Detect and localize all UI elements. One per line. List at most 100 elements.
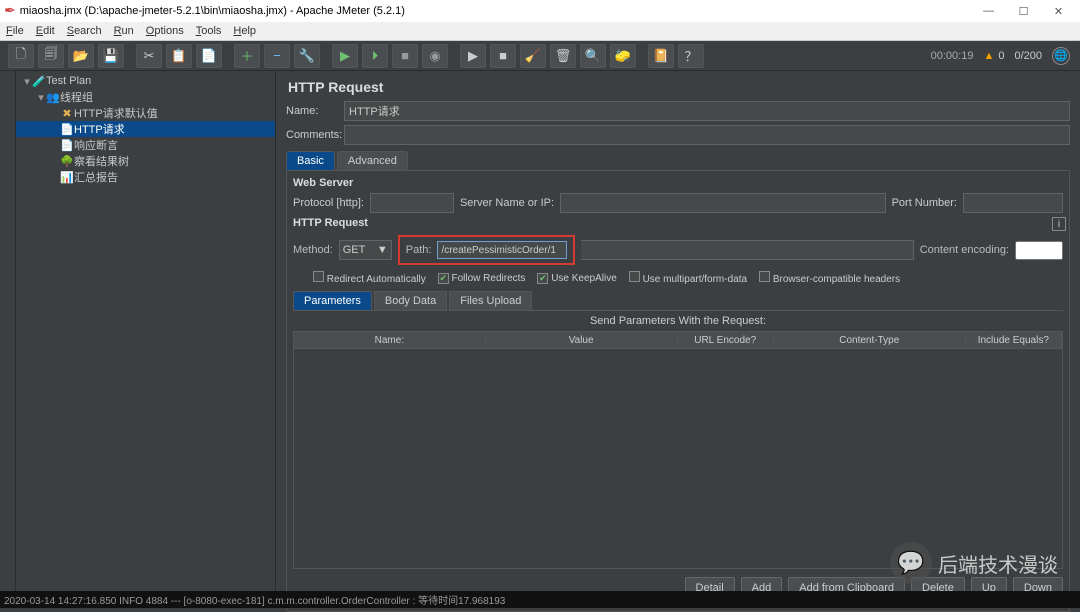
menu-run[interactable]: Run xyxy=(114,25,134,37)
info-icon[interactable]: i xyxy=(1052,217,1066,231)
tree-node-label: HTTP请求默认值 xyxy=(74,105,158,121)
save-icon[interactable]: 💾 xyxy=(98,44,124,68)
tree-twist-icon[interactable]: ▾ xyxy=(22,75,32,88)
browser-compat-label: Browser-compatible headers xyxy=(773,274,900,285)
cut-icon[interactable]: ✂ xyxy=(136,44,162,68)
open-icon[interactable]: 📂 xyxy=(68,44,94,68)
remote-start-icon[interactable]: ▶ xyxy=(460,44,486,68)
remote-stop-icon[interactable]: ■ xyxy=(490,44,516,68)
menu-edit[interactable]: Edit xyxy=(36,25,55,37)
tab-advanced[interactable]: Advanced xyxy=(337,151,408,170)
redirect-auto-label: Redirect Automatically xyxy=(327,274,426,285)
method-dropdown[interactable]: GET ▼ xyxy=(339,240,392,260)
tree-node-label: 汇总报告 xyxy=(74,169,118,185)
tree-item[interactable]: 📄HTTP请求 xyxy=(16,121,275,137)
window-titlebar: ✒ miaosha.jmx (D:\apache-jmeter-5.2.1\bi… xyxy=(0,0,1080,22)
comments-label: Comments: xyxy=(286,129,344,141)
protocol-label: Protocol [http]: xyxy=(293,197,364,209)
main-panel: HTTP Request Name: Comments: i Basic Adv… xyxy=(276,71,1080,591)
new-icon[interactable]: 🗋 xyxy=(8,44,34,68)
maximize-button[interactable]: ☐ xyxy=(1006,0,1041,22)
globe-icon[interactable]: 🌐 xyxy=(1052,47,1070,65)
tree-node-label: 响应断言 xyxy=(74,137,118,153)
params-table-body[interactable] xyxy=(293,349,1063,569)
remove-icon[interactable]: − xyxy=(264,44,290,68)
reset-search-icon[interactable]: 🧽 xyxy=(610,44,636,68)
httpreq-title: HTTP Request xyxy=(293,217,1063,229)
follow-redirects-checkbox[interactable]: ✔ xyxy=(438,273,449,284)
params-table-header: Name: Value URL Encode? Content-Type Inc… xyxy=(293,331,1063,349)
menu-options[interactable]: Options xyxy=(146,25,184,37)
function-helper-icon[interactable]: 📔 xyxy=(648,44,674,68)
templates-icon[interactable]: 🗐 xyxy=(38,44,64,68)
close-button[interactable]: ✕ xyxy=(1041,0,1076,22)
copy-icon[interactable]: 📋 xyxy=(166,44,192,68)
help-icon[interactable]: ？ xyxy=(678,44,704,68)
menu-help[interactable]: Help xyxy=(233,25,256,37)
start-notimers-icon[interactable]: ⏵ xyxy=(362,44,388,68)
minimize-button[interactable]: — xyxy=(971,0,1006,22)
menu-search[interactable]: Search xyxy=(67,25,102,37)
tree-twist-icon[interactable]: ▾ xyxy=(36,91,46,104)
path-highlight-box: Path: xyxy=(398,235,576,265)
encoding-input[interactable] xyxy=(1015,241,1063,260)
add-icon[interactable]: ＋ xyxy=(234,44,260,68)
method-value: GET xyxy=(343,244,366,256)
test-plan-tree[interactable]: ▾🧪Test Plan▾👥线程组✖HTTP请求默认值📄HTTP请求📄响应断言🌳察… xyxy=(16,71,276,591)
tab-files-upload[interactable]: Files Upload xyxy=(449,291,532,310)
path-input-extension[interactable] xyxy=(581,240,913,260)
multipart-label: Use multipart/form-data xyxy=(643,274,747,285)
port-input[interactable] xyxy=(963,193,1063,213)
tree-item[interactable]: ▾👥线程组 xyxy=(16,89,275,105)
name-label: Name: xyxy=(286,105,344,117)
follow-redirects-label: Follow Redirects xyxy=(452,273,526,284)
server-input[interactable] xyxy=(560,193,886,213)
tree-node-icon: 👥 xyxy=(46,91,60,104)
name-input[interactable] xyxy=(344,101,1070,121)
port-label: Port Number: xyxy=(892,197,957,209)
warning-icon[interactable]: ▲ xyxy=(983,50,994,62)
params-table-title: Send Parameters With the Request: xyxy=(293,315,1063,327)
tree-item[interactable]: 🌳察看结果树 xyxy=(16,153,275,169)
clearall-icon[interactable]: 🗑 xyxy=(550,44,576,68)
tree-item[interactable]: ✖HTTP请求默认值 xyxy=(16,105,275,121)
webserver-title: Web Server xyxy=(293,177,1063,189)
paste-icon[interactable]: 📄 xyxy=(196,44,222,68)
multipart-checkbox[interactable] xyxy=(629,271,640,282)
tab-body-data[interactable]: Body Data xyxy=(374,291,447,310)
tree-item[interactable]: 📊汇总报告 xyxy=(16,169,275,185)
wrench-icon[interactable]: 🔧 xyxy=(294,44,320,68)
redirect-auto-checkbox[interactable] xyxy=(313,271,324,282)
clear-icon[interactable]: 🧹 xyxy=(520,44,546,68)
tab-parameters[interactable]: Parameters xyxy=(293,291,372,310)
tree-item[interactable]: ▾🧪Test Plan xyxy=(16,73,275,89)
tree-node-label: Test Plan xyxy=(46,75,91,87)
protocol-input[interactable] xyxy=(370,193,454,213)
tree-item[interactable]: 📄响应断言 xyxy=(16,137,275,153)
col-include-equals: Include Equals? xyxy=(966,332,1062,348)
tree-node-icon: 📊 xyxy=(60,171,74,184)
tree-node-icon: 🌳 xyxy=(60,155,74,168)
tree-node-label: HTTP请求 xyxy=(74,121,125,137)
menu-file[interactable]: File xyxy=(6,25,24,37)
server-label: Server Name or IP: xyxy=(460,197,554,209)
comments-input[interactable] xyxy=(344,125,1070,145)
keepalive-checkbox[interactable]: ✔ xyxy=(537,273,548,284)
console-text: 2020-03-14 14:27:16.850 INFO 4884 --- [o… xyxy=(4,592,505,607)
shutdown-icon[interactable]: ◉ xyxy=(422,44,448,68)
browser-compat-checkbox[interactable] xyxy=(759,271,770,282)
keepalive-label: Use KeepAlive xyxy=(551,273,617,284)
path-input[interactable] xyxy=(437,241,567,259)
tree-node-icon: 📄 xyxy=(60,139,74,152)
menu-tools[interactable]: Tools xyxy=(196,25,222,37)
panel-title: HTTP Request xyxy=(288,79,1070,95)
path-label: Path: xyxy=(406,244,432,256)
toolbar: 🗋 🗐 📂 💾 ✂ 📋 📄 ＋ − 🔧 ▶ ⏵ ■ ◉ ▶ ■ 🧹 🗑 🔍 🧽 … xyxy=(0,41,1080,71)
thread-ratio: 0/200 xyxy=(1014,50,1042,62)
stop-icon[interactable]: ■ xyxy=(392,44,418,68)
tree-node-icon: 🧪 xyxy=(32,75,46,88)
left-gutter xyxy=(0,71,16,591)
start-icon[interactable]: ▶ xyxy=(332,44,358,68)
search-icon[interactable]: 🔍 xyxy=(580,44,606,68)
tab-basic[interactable]: Basic xyxy=(286,151,335,170)
